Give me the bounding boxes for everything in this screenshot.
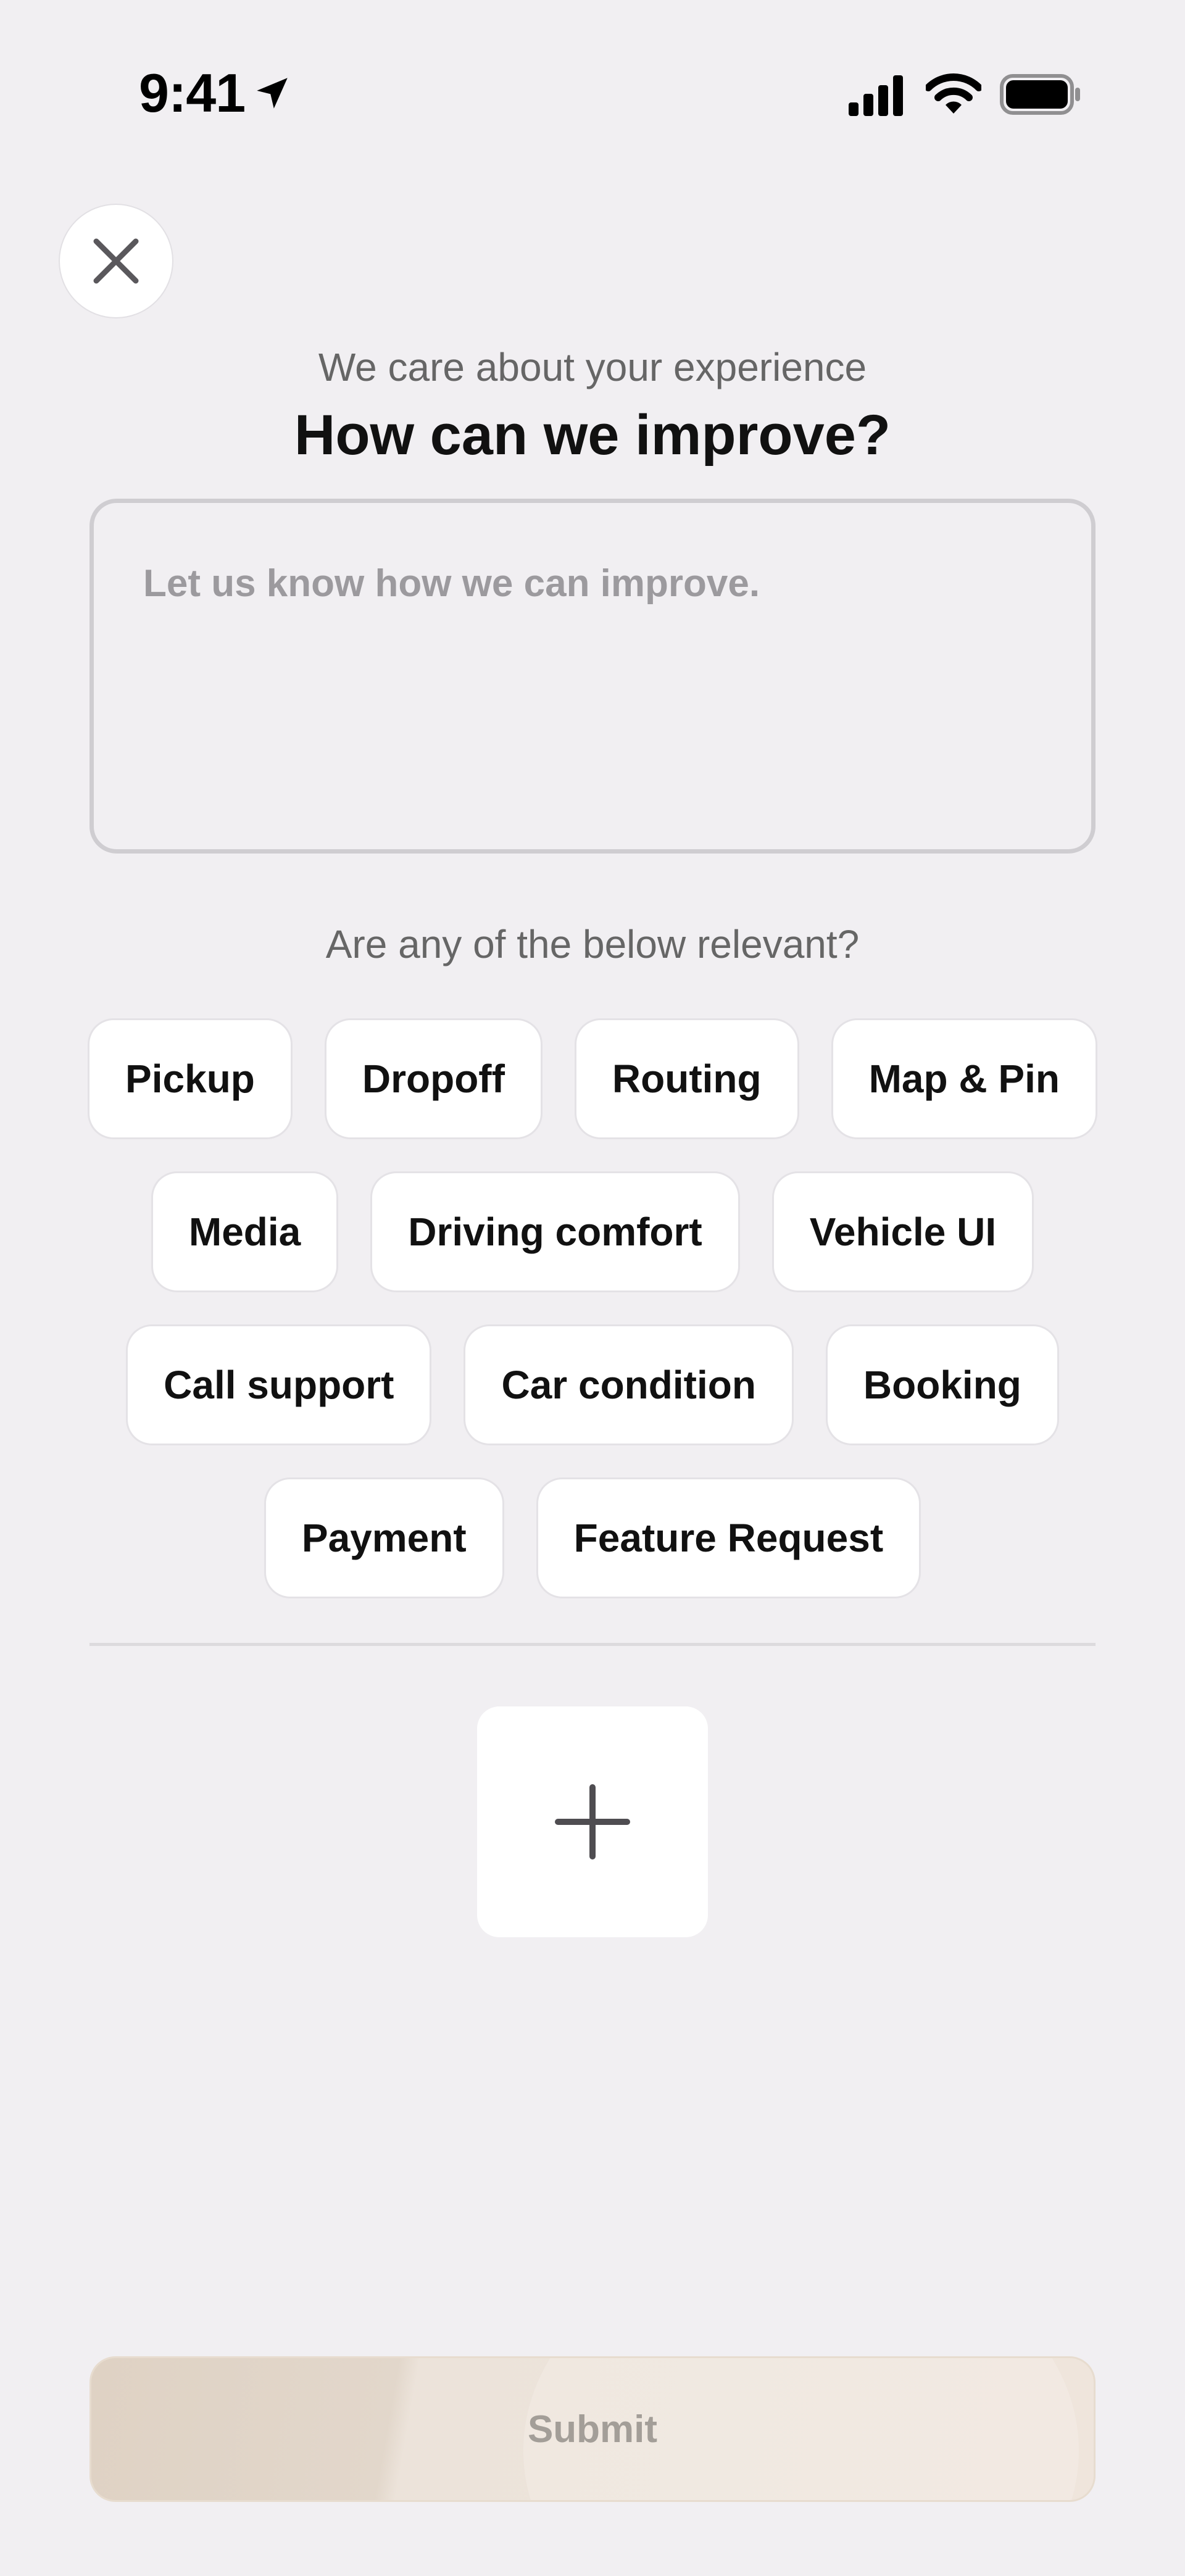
topic-row: Call support Car condition Booking	[0, 1324, 1185, 1445]
wifi-icon	[926, 73, 981, 114]
topic-chip-car-condition[interactable]: Car condition	[464, 1324, 794, 1445]
submit-label: Submit	[527, 2408, 658, 2451]
topic-row: Media Driving comfort Vehicle UI	[0, 1171, 1185, 1292]
section-divider	[89, 1643, 1096, 1646]
close-button[interactable]	[59, 204, 173, 318]
location-arrow-icon	[257, 78, 288, 109]
topic-chip-feature-request[interactable]: Feature Request	[536, 1477, 921, 1598]
topic-chip-payment[interactable]: Payment	[264, 1477, 504, 1598]
close-icon	[93, 238, 139, 284]
add-attachment-button[interactable]	[477, 1706, 708, 1937]
topic-chip-map-pin[interactable]: Map & Pin	[831, 1018, 1097, 1139]
status-bar: 9:41	[0, 0, 1185, 185]
topic-row: Payment Feature Request	[0, 1477, 1185, 1598]
status-time: 9:41	[139, 62, 246, 123]
battery-icon	[1000, 74, 1080, 115]
topic-chip-media[interactable]: Media	[151, 1171, 339, 1292]
topic-chip-vehicle-ui[interactable]: Vehicle UI	[771, 1171, 1034, 1292]
feedback-input[interactable]	[89, 499, 1096, 854]
topic-chip-call-support[interactable]: Call support	[126, 1324, 432, 1445]
topic-chip-routing[interactable]: Routing	[574, 1018, 799, 1139]
cellular-signal-icon	[849, 75, 903, 116]
topic-row: Pickup Dropoff Routing Map & Pin	[0, 1018, 1185, 1139]
plus-icon	[555, 1784, 630, 1859]
page-title: How can we improve?	[294, 404, 891, 467]
header-subtitle: We care about your experience	[318, 345, 867, 389]
topic-chip-dropoff[interactable]: Dropoff	[324, 1018, 543, 1139]
topics-question: Are any of the below relevant?	[325, 922, 860, 966]
topic-chip-driving-comfort[interactable]: Driving comfort	[370, 1171, 740, 1292]
topic-chips: Pickup Dropoff Routing Map & Pin Media D…	[0, 1018, 1185, 1631]
topic-chip-pickup[interactable]: Pickup	[88, 1018, 293, 1139]
topic-chip-booking[interactable]: Booking	[825, 1324, 1059, 1445]
submit-button[interactable]: Submit	[89, 2356, 1096, 2502]
